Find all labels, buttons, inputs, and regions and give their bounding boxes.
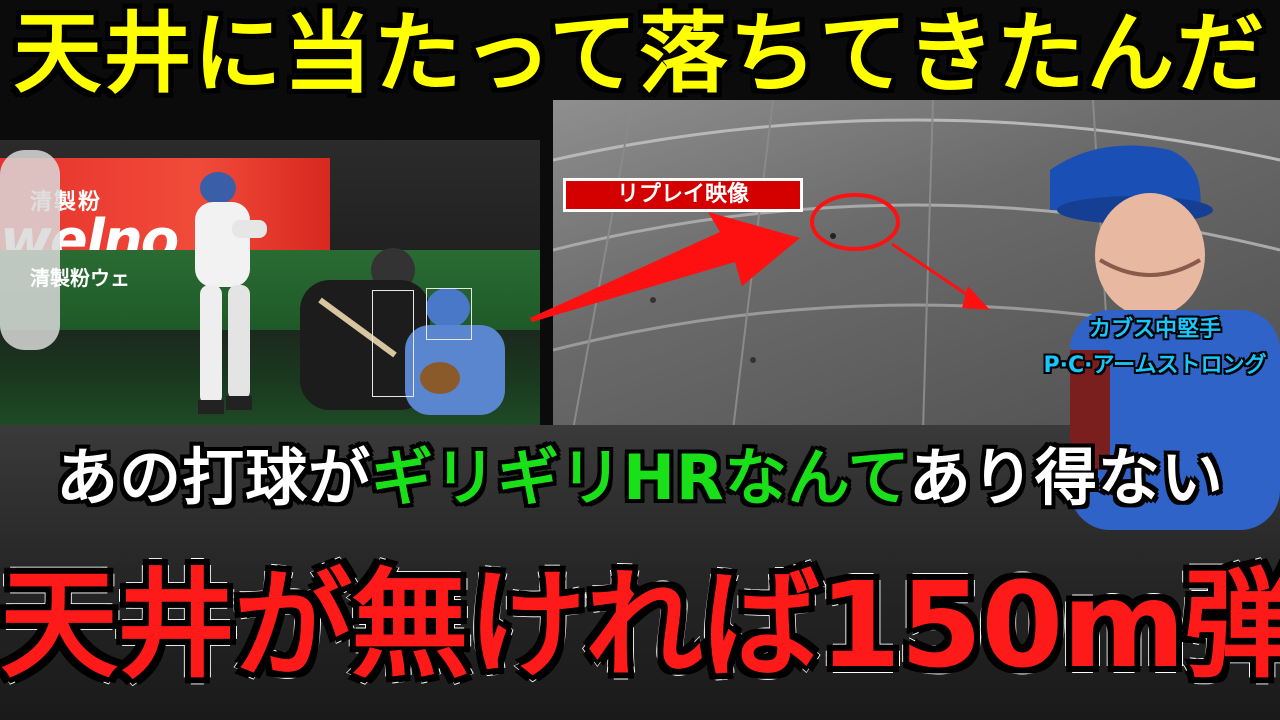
ad-text-bottom: 清製粉ウェ [30,266,130,290]
batter-video-panel: 清製粉 welno 清製粉ウェ [0,140,540,425]
headline-bottom: 天井が無ければ150m弾だよ [0,556,1280,694]
headline-middle-part1: あの打球が [56,441,372,514]
thumbnail: 清製粉 welno 清製粉ウェ リプレイ映像 カブス中堅手 P·C·アームストロ… [0,0,1280,720]
headline-middle: あの打球がギリギリHRなんてあり得ない [0,433,1280,523]
headline-top: 天井に当たって落ちてきたんだ [13,2,1267,105]
player-caption-name: P·C·アームストロング [1043,353,1267,378]
player-caption-role: カブス中堅手 [1088,317,1221,342]
player-caption: カブス中堅手 P·C·アームストロング [1030,312,1280,384]
tracking-box-catcher [426,288,472,340]
headline-middle-part3: あり得ない [908,441,1224,514]
headline-middle-highlight: ギリギリHRなんて [371,441,909,514]
tracking-box-umpire [372,290,414,397]
replay-label: リプレイ映像 [563,178,803,212]
